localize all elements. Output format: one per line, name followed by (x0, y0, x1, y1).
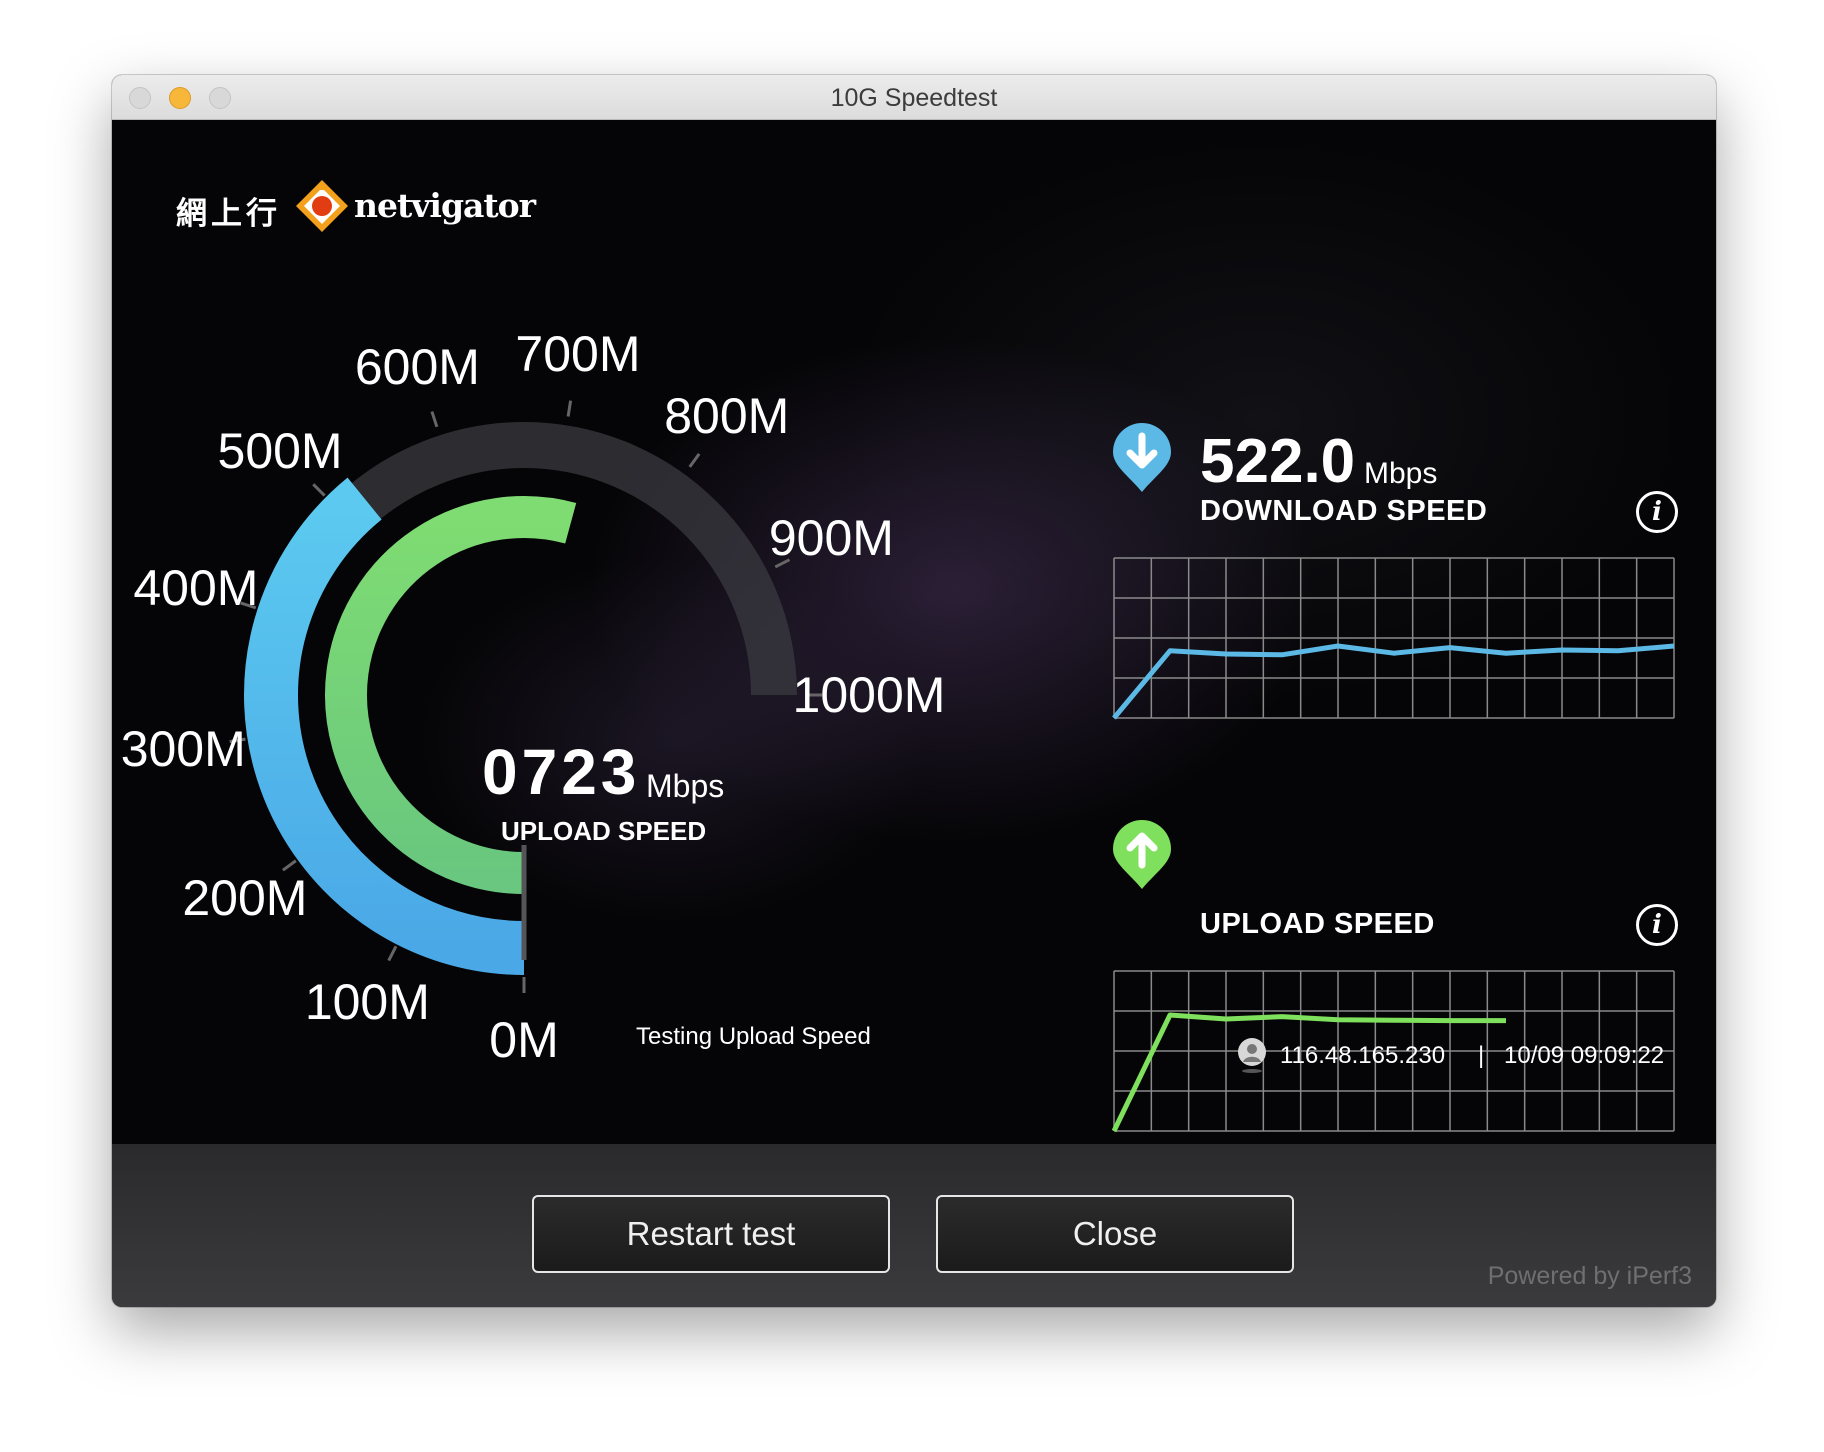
gauge-tick (688, 453, 701, 468)
gauge-tick-label: 100M (304, 974, 430, 1031)
gauge-tick-label: 800M (664, 387, 790, 444)
gauge-tick-label: 200M (182, 869, 308, 926)
download-speed-unit: Mbps (1364, 457, 1438, 490)
gauge-tick-label: 1000M (792, 667, 946, 723)
gauge-tick-label: 700M (515, 326, 641, 383)
upload-arrow-icon (1113, 820, 1171, 889)
gauge-tick-label: 300M (120, 720, 246, 777)
title-bar: 10G Speedtest (112, 75, 1716, 120)
chart-series-line (1112, 1012, 1506, 1133)
gauge-tick-label: 600M (354, 338, 480, 395)
gauge-tick-label: 0M (489, 1012, 559, 1068)
download-speed-chart (1112, 557, 1675, 720)
gauge-tick (387, 945, 398, 962)
gauge-tick (430, 411, 439, 428)
upload-speed-value: 0723 (482, 736, 641, 808)
info-separator: | (1478, 1042, 1485, 1069)
ip-address: 116.48.165.230 (1280, 1042, 1446, 1069)
download-speed-value: 522.0 (1200, 427, 1356, 496)
gauge-tick-label: 400M (133, 560, 259, 617)
speedtest-window: 10G Speedtest 網上行 netvigator 0M 100M 200… (112, 75, 1716, 1307)
speed-gauge (229, 400, 822, 993)
upload-speed-label: UPLOAD SPEED (1200, 908, 1435, 940)
user-icon (1238, 1038, 1266, 1073)
gauge-tick-label: 900M (768, 510, 894, 567)
speedtest-panel: 網上行 netvigator 0M 100M 200M 300M 400M 50… (112, 120, 1716, 1144)
bottom-bar: Restart test Close Powered by iPerf3 (112, 1144, 1716, 1307)
upload-info-icon[interactable]: i (1636, 904, 1678, 946)
window-title: 10G Speedtest (830, 84, 998, 112)
gauge-center-label: UPLOAD SPEED (501, 816, 707, 846)
test-datetime: 10/09 09:09:22 (1504, 1042, 1665, 1069)
powered-by-label: Powered by iPerf3 (1487, 1262, 1692, 1290)
download-speed-label: DOWNLOAD SPEED (1200, 495, 1488, 527)
chart-series-line (1112, 643, 1675, 720)
download-arrow-icon (1113, 423, 1171, 492)
gauge-tick (566, 400, 573, 417)
download-info-icon[interactable]: i (1636, 491, 1678, 533)
gauge-tick (312, 483, 326, 497)
upload-speed-unit: Mbps (646, 768, 725, 804)
close-button[interactable]: Close (936, 1195, 1294, 1273)
restart-test-button[interactable]: Restart test (532, 1195, 890, 1273)
test-status: Testing Upload Speed (636, 1023, 871, 1050)
gauge-tick-label: 500M (217, 423, 343, 480)
